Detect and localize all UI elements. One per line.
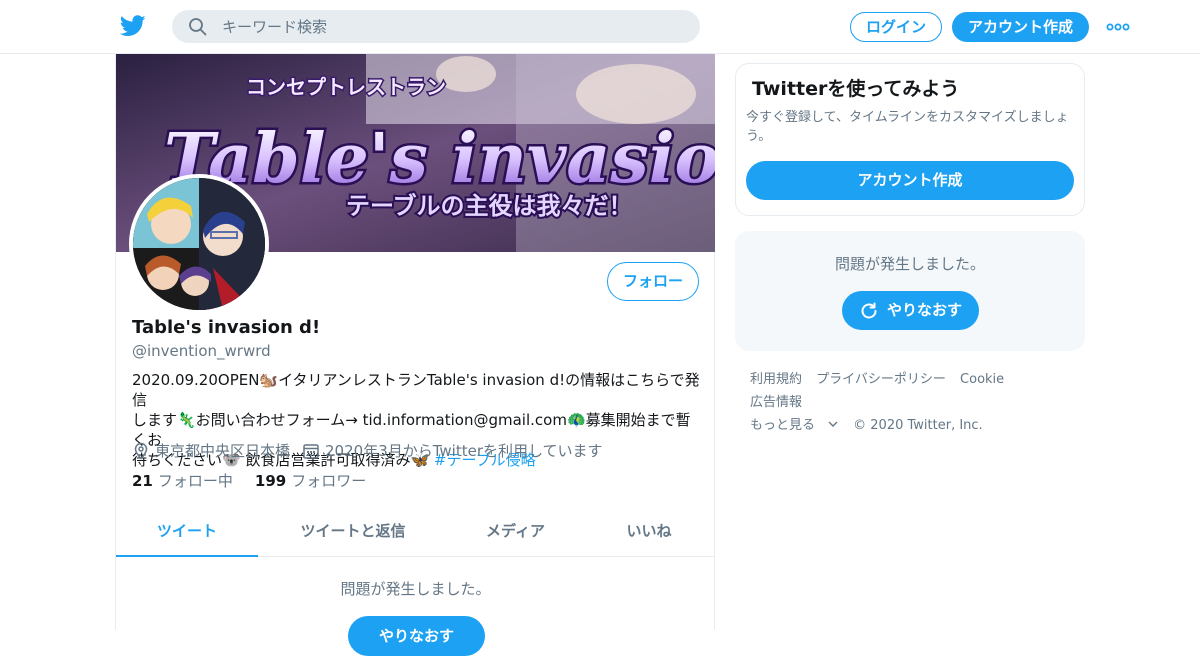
- sidebar-error-text: 問題が発生しました。: [834, 255, 985, 273]
- location-text: 東京都中央区日本橋: [155, 442, 291, 460]
- footer-ads-link[interactable]: 広告情報: [750, 395, 802, 410]
- search-icon: [189, 18, 207, 36]
- tab-tweets-and-replies[interactable]: ツイートと返信: [258, 506, 448, 557]
- profile-counts: 21 フォロー中 199 フォロワー: [132, 470, 388, 491]
- following-count: 21: [132, 472, 153, 490]
- twitter-logo-icon[interactable]: [120, 14, 146, 38]
- footer-terms-link[interactable]: 利用規約: [750, 372, 802, 387]
- sidebar-footer: 利用規約 プライバシーポリシー Cookie 広告情報 もっと見る © 2020…: [750, 368, 1080, 437]
- tab-tweets[interactable]: ツイート: [116, 506, 258, 557]
- joined-text: 2020年3月からTwitterを利用しています: [325, 442, 603, 460]
- more-options-icon[interactable]: [1106, 18, 1130, 36]
- signup-prompt-card: Twitterを使ってみよう 今すぐ登録して、タイムラインをカスタマイズしましょ…: [735, 63, 1085, 216]
- banner-caption-top: コンセプトレストラン: [246, 75, 446, 99]
- search-input[interactable]: [222, 10, 682, 43]
- chevron-down-icon: [828, 421, 838, 427]
- footer-copyright: © 2020 Twitter, Inc.: [853, 418, 983, 433]
- profile-name: Table's invasion d!: [132, 317, 321, 338]
- avatar-image: [133, 178, 265, 310]
- following-count-link[interactable]: 21 フォロー中: [132, 470, 233, 491]
- location-item: 東京都中央区日本橋: [132, 440, 290, 461]
- signup-card-description: 今すぐ登録して、タイムラインをカスタマイズしましょう。: [746, 110, 1069, 144]
- refresh-icon: [861, 302, 877, 318]
- top-navigation-bar: ログイン アカウント作成: [0, 0, 1200, 54]
- footer-privacy-link[interactable]: プライバシーポリシー: [816, 372, 946, 387]
- footer-more-label: もっと見る: [750, 418, 816, 433]
- follow-button[interactable]: フォロー: [607, 262, 699, 301]
- profile-avatar[interactable]: [129, 174, 269, 314]
- retry-label: やりなおす: [886, 301, 962, 319]
- sidebar-error-card: 問題が発生しました。 やりなおす: [735, 231, 1085, 351]
- timeline-error-text: 問題が発生しました。: [340, 580, 491, 598]
- footer-cookie-link[interactable]: Cookie: [960, 372, 1004, 387]
- banner-title: Table's invasion: [164, 119, 715, 199]
- search-box[interactable]: [172, 10, 700, 43]
- timeline-retry-button[interactable]: やりなおす: [348, 616, 485, 656]
- login-button[interactable]: ログイン: [850, 12, 942, 42]
- footer-more-link[interactable]: もっと見る: [750, 418, 839, 433]
- profile-tabs: ツイート ツイートと返信 メディア いいね: [116, 506, 715, 557]
- following-label: フォロー中: [157, 472, 233, 490]
- profile-handle[interactable]: @invention_wrwrd: [132, 342, 271, 360]
- sidebar-signup-button[interactable]: アカウント作成: [746, 161, 1074, 200]
- tab-media[interactable]: メディア: [448, 506, 583, 557]
- banner-subtitle: テーブルの主役は我々だ！: [346, 192, 633, 220]
- joined-item: 2020年3月からTwitterを利用しています: [302, 440, 603, 461]
- location-pin-icon: [134, 442, 148, 460]
- followers-count: 199: [254, 472, 287, 490]
- signup-card-title: Twitterを使ってみよう: [752, 78, 960, 100]
- profile-meta: 東京都中央区日本橋 2020年3月からTwitterを利用しています: [132, 440, 615, 461]
- profile-column: コンセプトレストラン Table's invasion テーブルの主役は我々だ！…: [115, 54, 715, 656]
- followers-label: フォロワー: [291, 472, 367, 490]
- followers-count-link[interactable]: 199 フォロワー: [255, 470, 366, 491]
- calendar-icon: [303, 443, 319, 459]
- bio-line: 2020.09.20OPEN🐿️イタリアンレストランTable's invasi…: [132, 371, 700, 409]
- sidebar-retry-button[interactable]: やりなおす: [842, 291, 979, 330]
- signup-button[interactable]: アカウント作成: [952, 12, 1089, 42]
- tab-likes[interactable]: いいね: [583, 506, 715, 557]
